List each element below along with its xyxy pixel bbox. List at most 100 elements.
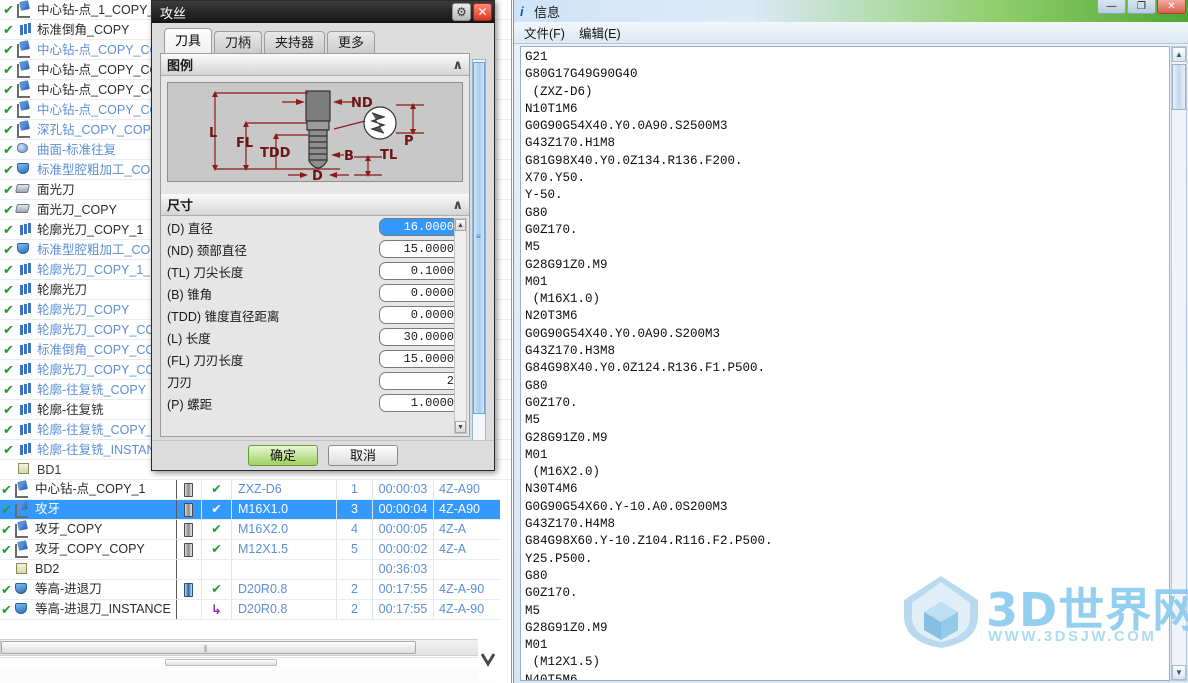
checkmark-icon[interactable]: ✔ bbox=[2, 440, 15, 460]
checkmark-icon[interactable]: ✔ bbox=[2, 340, 15, 360]
checkmark-icon[interactable]: ✔ bbox=[0, 600, 13, 619]
dialog-tab[interactable]: 更多 bbox=[327, 31, 376, 53]
dimension-input[interactable]: 15.0000 bbox=[379, 240, 461, 258]
chevron-up-icon[interactable]: ∧ bbox=[452, 57, 463, 73]
close-icon[interactable]: ✕ bbox=[473, 3, 492, 21]
minimize-button[interactable]: — bbox=[1097, 0, 1126, 14]
checkmark-icon[interactable]: ✔ bbox=[2, 40, 15, 60]
checkmark-icon[interactable]: ✔ bbox=[2, 420, 15, 440]
checkmark-icon[interactable]: ✔ bbox=[2, 160, 15, 180]
close-button[interactable]: ✕ bbox=[1157, 0, 1186, 14]
scroll-up-arrow-icon[interactable]: ▲ bbox=[1172, 47, 1186, 62]
maximize-button[interactable]: ❐ bbox=[1127, 0, 1156, 14]
dialog-title-bar[interactable]: 攻丝 ⚙ ✕ bbox=[152, 1, 494, 23]
scroll-up-arrow-icon[interactable]: ▲ bbox=[455, 219, 466, 231]
row-name-cell[interactable]: ✔ 攻牙_COPY bbox=[0, 520, 177, 539]
dialog-tab[interactable]: 夹持器 bbox=[264, 31, 326, 53]
info-title-bar[interactable]: i 信息 — ❐ ✕ bbox=[514, 0, 1188, 22]
row-name-cell[interactable]: ✔ 中心钻-点_COPY_1 bbox=[0, 480, 177, 499]
checkmark-icon[interactable]: ✔ bbox=[2, 360, 15, 380]
checkmark-icon[interactable]: ✔ bbox=[2, 20, 15, 40]
row-name-cell[interactable]: ✔ 攻牙 bbox=[0, 500, 177, 519]
dims-vertical-scrollbar[interactable]: ▲ ▼ bbox=[454, 218, 467, 434]
checkmark-icon[interactable]: ✔ bbox=[2, 300, 15, 320]
checkmark-icon[interactable]: ✔ bbox=[0, 540, 13, 559]
checkmark-icon[interactable]: ✔ bbox=[2, 180, 15, 200]
dims-group-header[interactable]: 尺寸 ∧ bbox=[161, 194, 469, 216]
table-horizontal-scrollbar[interactable] bbox=[0, 657, 497, 667]
checkmark-icon[interactable]: ✔ bbox=[2, 80, 15, 100]
table-row[interactable]: ✔ 中心钻-点_COPY_1 ✔ ZXZ-D6 1 00:00:03 4Z-A90 bbox=[0, 480, 500, 500]
checkmark-icon[interactable]: ✔ bbox=[2, 60, 15, 80]
dimension-input[interactable]: 0.1000 bbox=[379, 262, 461, 280]
gcode-line: G80 bbox=[525, 378, 548, 393]
tree-horizontal-scrollbar[interactable]: ⦀ bbox=[0, 639, 497, 656]
table-row[interactable]: ✔ 攻牙_COPY ✔ M16X2.0 4 00:00:05 4Z-A bbox=[0, 520, 500, 540]
table-row[interactable]: ✔ 等高-进退刀_INSTANCE ↳ D20R0.8 2 00:17:55 4Z-A-90 bbox=[0, 600, 500, 620]
checkmark-icon[interactable]: ✔ bbox=[2, 260, 15, 280]
cancel-button[interactable]: 取消 bbox=[328, 445, 398, 466]
checkmark-icon[interactable]: ✔ bbox=[0, 580, 13, 599]
gcode-vertical-scrollbar[interactable]: ▲ ▼ bbox=[1171, 46, 1187, 681]
checkmark-icon[interactable]: ✔ bbox=[0, 520, 13, 539]
operation-table[interactable]: ✔ 中心钻-点_COPY_1 ✔ ZXZ-D6 1 00:00:03 4Z-A90 ✔ 攻牙 ✔ M… bbox=[0, 480, 500, 628]
gcode-line: G43Z170.H3M8 bbox=[525, 344, 616, 359]
scroll-down-chevron-icon[interactable] bbox=[478, 620, 498, 682]
row-name-cell[interactable]: BD2 bbox=[0, 560, 177, 579]
checkmark-icon[interactable]: ✔ bbox=[2, 220, 15, 240]
table-row[interactable]: ✔ 攻牙 ✔ M16X1.0 3 00:00:04 4Z-A90 bbox=[0, 500, 500, 520]
checkmark-icon[interactable]: ✔ bbox=[0, 500, 13, 519]
dimension-input[interactable]: 0.0000 bbox=[379, 306, 461, 324]
dialog-tab[interactable]: 刀具 bbox=[164, 28, 213, 53]
info-menubar[interactable]: 文件(F) 编辑(E) bbox=[514, 22, 1188, 44]
tool-diagram: ND L FL TDD B TL D P bbox=[167, 82, 463, 182]
dimension-input[interactable]: 1.0000 bbox=[379, 394, 461, 412]
row-name-cell[interactable]: ✔ 等高-进退刀_INSTANCE bbox=[0, 600, 177, 619]
dimension-input[interactable]: 16.0000 bbox=[379, 218, 461, 236]
row-name-cell[interactable]: ✔ 攻牙_COPY_COPY bbox=[0, 540, 177, 559]
row-time-cell: 00:00:02 bbox=[373, 540, 434, 559]
gear-icon[interactable]: ⚙ bbox=[452, 3, 471, 21]
dialog-tabs[interactable]: 刀具 刀柄 夹持器 更多 bbox=[156, 27, 492, 53]
gcode-text-area[interactable]: G21 G80G17G49G90G40 (ZXZ-D6) N10T1M6 G0G90G… bbox=[520, 46, 1170, 681]
checkmark-icon[interactable]: ✔ bbox=[2, 100, 15, 120]
menu-item[interactable]: 文件(F) bbox=[524, 23, 565, 42]
menu-item[interactable]: 编辑(E) bbox=[579, 23, 621, 42]
checkmark-icon[interactable]: ✔ bbox=[2, 0, 15, 20]
scroll-down-arrow-icon[interactable]: ▼ bbox=[1172, 665, 1186, 680]
chevron-up-icon[interactable]: ∧ bbox=[452, 197, 463, 213]
dims-list[interactable]: (D) 直径 16.0000 (ND) 颈部直径 15.0000 (TL) 刀尖长度 0.… bbox=[161, 216, 469, 436]
window-controls[interactable]: — ❐ ✕ bbox=[1096, 0, 1186, 14]
legend-group-header[interactable]: 图例 ∧ bbox=[161, 54, 469, 76]
dimension-input[interactable]: 30.0000 bbox=[379, 328, 461, 346]
checkmark-icon[interactable]: ✔ bbox=[2, 240, 15, 260]
table-row[interactable]: ✔ 等高-进退刀 ✔ D20R0.8 2 00:17:55 4Z-A-90 bbox=[0, 580, 500, 600]
checkmark-icon[interactable]: ✔ bbox=[0, 480, 13, 499]
checkmark-icon[interactable]: ✔ bbox=[2, 400, 15, 420]
checkmark-icon[interactable]: ✔ bbox=[2, 140, 15, 160]
table-row[interactable]: BD2 00:36:03 bbox=[0, 560, 500, 580]
scrollbar-thumb[interactable] bbox=[165, 659, 277, 666]
row-label: 攻牙_COPY bbox=[35, 522, 103, 536]
dimension-input[interactable]: 0.0000 bbox=[379, 284, 461, 302]
row-name-cell[interactable]: ✔ 等高-进退刀 bbox=[0, 580, 177, 599]
table-row[interactable]: ✔ 攻牙_COPY_COPY ✔ M12X1.5 5 00:00:02 4Z-A bbox=[0, 540, 500, 560]
checkmark-icon[interactable]: ✔ bbox=[2, 280, 15, 300]
checkmark-icon[interactable]: ✔ bbox=[2, 380, 15, 400]
scrollbar-thumb[interactable] bbox=[1172, 64, 1186, 110]
gcode-line: G28G91Z0.M9 bbox=[525, 257, 608, 272]
checkmark-icon[interactable]: ✔ bbox=[2, 200, 15, 220]
scroll-down-arrow-icon[interactable]: ▼ bbox=[455, 421, 466, 433]
dimension-input[interactable]: 15.0000 bbox=[379, 350, 461, 368]
dialog-tab[interactable]: 刀柄 bbox=[214, 31, 263, 53]
dimension-input[interactable]: 2 bbox=[379, 372, 461, 390]
scrollbar-thumb[interactable]: ⦀ bbox=[1, 641, 416, 654]
cavity-rough-icon bbox=[15, 161, 35, 179]
ok-button[interactable]: 确定 bbox=[248, 445, 318, 466]
gcode-line: M01 bbox=[525, 274, 548, 289]
scrollbar-thumb[interactable]: ≡ bbox=[473, 62, 485, 414]
table-vertical-scroll-down[interactable] bbox=[478, 620, 498, 682]
checkmark-icon[interactable]: ✔ bbox=[2, 320, 15, 340]
checkmark-icon[interactable]: ✔ bbox=[2, 120, 15, 140]
dialog-vertical-scrollbar[interactable]: ≡ ▼ bbox=[472, 59, 486, 459]
